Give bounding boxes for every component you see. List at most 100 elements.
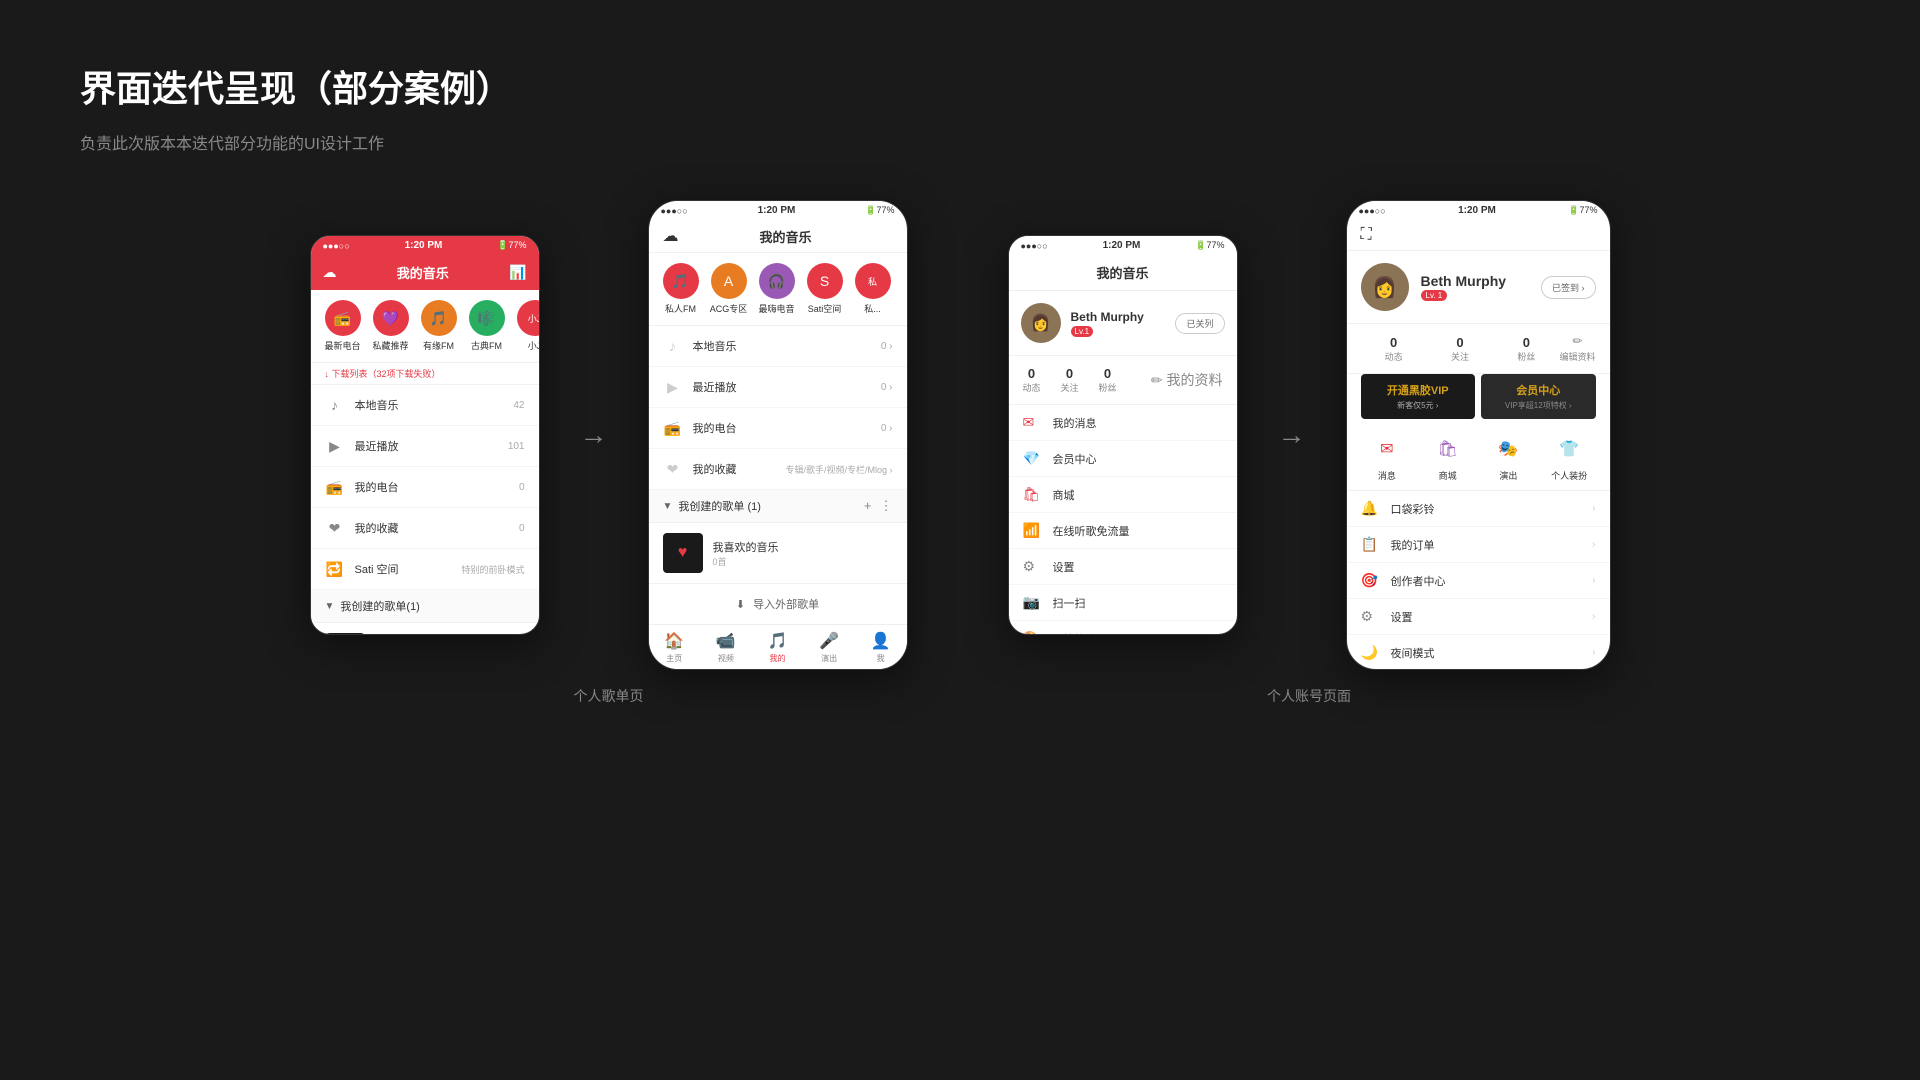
quick-show[interactable]: 🎭 演出 — [1482, 433, 1535, 482]
phone1-signal: ●●●○○ — [323, 241, 350, 251]
more-playlist-icon[interactable]: ⋮ — [880, 498, 893, 514]
phone3-menu-stream[interactable]: 📶 在线听歌免流量 — [1009, 513, 1237, 549]
phone1-time: 1:20 PM — [405, 240, 443, 251]
icon-circle-2: 💜 — [373, 300, 409, 336]
phone2-radio[interactable]: 📻 我的电台 0 › — [649, 408, 907, 449]
phone4-menu-ringtone[interactable]: 🔔 口袋彩铃 › — [1347, 491, 1610, 527]
icon-item-5[interactable]: 小J 小J — [515, 300, 539, 352]
quick-messages[interactable]: ✉ 消息 — [1361, 433, 1414, 482]
phone4-vip-open[interactable]: 开通黑胶VIP 新客仅5元 › — [1361, 374, 1476, 419]
icon-item-3[interactable]: 🎵 有缘FM — [419, 300, 459, 352]
phone4-quick-icons: ✉ 消息 🛍 商城 🎭 演出 👕 个人装扮 — [1347, 427, 1610, 491]
left-label: 个人歌单页 — [574, 686, 644, 706]
phone2-time: 1:20 PM — [758, 205, 796, 216]
phone3-stat-dynamic: 0动态 — [1023, 366, 1041, 394]
phone3-menu-vip[interactable]: 💎 会员中心 — [1009, 441, 1237, 477]
arrow-2: → — [1278, 419, 1306, 451]
phone1-battery: 🔋77% — [497, 240, 526, 251]
phone1-recent[interactable]: ▶ 最近播放 101 — [311, 426, 539, 467]
right-label: 个人账号页面 — [1267, 686, 1351, 706]
phone2-section: ▼ 我创建的歌单 (1) + ⋮ — [649, 490, 907, 523]
phone2-collection[interactable]: ❤ 我的收藏 专辑/歌手/视频/专栏/Mlog › — [649, 449, 907, 490]
phone2-recent[interactable]: ▶ 最近播放 0 › — [649, 367, 907, 408]
p2-icon-1: 🎵 — [663, 263, 699, 299]
icon-circle-5: 小J — [517, 300, 539, 336]
phone4-edit[interactable]: ✏ 编辑资料 — [1559, 334, 1595, 363]
quick-outfit[interactable]: 👕 个人装扮 — [1543, 433, 1596, 482]
phone4-menu-night[interactable]: 🌙 夜间模式 › — [1347, 635, 1610, 670]
phone2-import[interactable]: ⬇ 导入外部歌单 — [649, 583, 907, 624]
expand-icon[interactable]: ⛶ — [1361, 226, 1372, 244]
p2-icon-3: 🎧 — [759, 263, 795, 299]
icon-item-1[interactable]: 📻 最新电台 — [323, 300, 363, 352]
quick-messages-icon: ✉ — [1371, 433, 1403, 465]
arrow-1: → — [580, 419, 608, 451]
phone4-vip-row: 开通黑胶VIP 新客仅5元 › 会员中心 VIP享超12项特权 › — [1347, 374, 1610, 427]
phone3-follow-btn[interactable]: 已关列 — [1175, 313, 1224, 334]
phone3-menu-messages[interactable]: ✉ 我的消息 — [1009, 405, 1237, 441]
phone2-title: 我的音乐 — [679, 227, 893, 246]
quick-outfit-icon: 👕 — [1553, 433, 1585, 465]
phone2-playlist[interactable]: ♥ 我喜欢的音乐 0首 — [649, 523, 907, 583]
icon-circle-4: 🎼 — [469, 300, 505, 336]
phone4-status-bar: ●●●○○ 1:20 PM 🔋77% — [1347, 201, 1610, 220]
phone3-menu-settings[interactable]: ⚙ 设置 — [1009, 549, 1237, 585]
icon-circle-3: 🎵 — [421, 300, 457, 336]
p2-icon-2: A — [711, 263, 747, 299]
quick-shop[interactable]: 🛍 商城 — [1421, 433, 1474, 482]
phone2-header: ☁ 我的音乐 — [649, 220, 907, 253]
icon-item-4[interactable]: 🎼 古典FM — [467, 300, 507, 352]
phone1-sati[interactable]: 🔁 Sati 空间 特别的前卧模式 — [311, 549, 539, 590]
phone2-local[interactable]: ♪ 本地音乐 0 › — [649, 326, 907, 367]
icon-label-3: 有缘FM — [423, 339, 454, 352]
page-title: 界面迭代呈现（部分案例） — [80, 60, 512, 112]
phone3-time: 1:20 PM — [1103, 240, 1141, 251]
phone2-container: ●●●○○ 1:20 PM 🔋77% ☁ 我的音乐 🎵 私人FM — [648, 200, 908, 670]
quick-shop-icon: 🛍 — [1432, 433, 1464, 465]
phone1-local-music[interactable]: ♪ 本地音乐 42 — [311, 385, 539, 426]
p2-icon-5: 私 — [855, 263, 891, 299]
phone4-vip-center[interactable]: 会员中心 VIP享超12项特权 › — [1481, 374, 1596, 419]
phone1-section: ▼ 我创建的歌单(1) — [311, 590, 539, 623]
phone2: ●●●○○ 1:20 PM 🔋77% ☁ 我的音乐 🎵 私人FM — [648, 200, 908, 670]
phone3: ●●●○○ 1:20 PM 🔋77% 我的音乐 👩 Beth Murphy Lv… — [1008, 235, 1238, 635]
phone3-header: 我的音乐 — [1009, 255, 1237, 291]
phone3-stats: 0动态 0关注 0粉丝 ✏ 我的资料 — [1009, 356, 1237, 405]
phone1-download: ↓ 下载列表（32项下载失败） — [311, 363, 539, 385]
phone3-title: 我的音乐 — [1096, 263, 1148, 282]
phone4-menu-settings[interactable]: ⚙ 设置 › — [1347, 599, 1610, 635]
phone1: ●●●○○ 1:20 PM 🔋77% ☁ 我的音乐 📊 📻 — [310, 235, 540, 635]
phone4-container: ●●●○○ 1:20 PM 🔋77% ⛶ 👩 Beth Murphy Lv. 1 — [1346, 200, 1611, 670]
phone3-menu-shop[interactable]: 🛍 商城 — [1009, 477, 1237, 513]
icon-item-2[interactable]: 💜 私藏推荐 — [371, 300, 411, 352]
phone4-menu-creator[interactable]: 🎯 创作者中心 › — [1347, 563, 1610, 599]
add-playlist-icon[interactable]: + — [864, 498, 872, 514]
phone1-collection[interactable]: ❤ 我的收藏 0 — [311, 508, 539, 549]
phone4-expand-header: ⛶ — [1347, 220, 1610, 251]
phone2-battery: 🔋77% — [865, 205, 894, 216]
quick-show-icon: 🎭 — [1492, 433, 1524, 465]
phone3-badge: Lv.1 — [1071, 326, 1094, 337]
phone3-avatar: 👩 — [1021, 303, 1061, 343]
phone4-avatar: 👩 — [1361, 263, 1409, 311]
page-subtitle: 负责此次版本本迭代部分功能的UI设计工作 — [80, 130, 384, 154]
phone3-menu-skin[interactable]: 🎨 个性换肤 — [1009, 621, 1237, 635]
phone4-badge: Lv. 1 — [1421, 290, 1448, 301]
phone1-radio[interactable]: 📻 我的电台 0 — [311, 467, 539, 508]
phone1-playlist[interactable]: ♥ 我喜欢的音乐 ♡99首·已下载26首 ♡动模式 — [311, 623, 539, 635]
phone1-header: ☁ 我的音乐 📊 — [311, 255, 539, 290]
icon-label-2: 私藏推荐 — [372, 339, 408, 352]
phone4-signed-btn[interactable]: 已签到 › — [1541, 276, 1596, 299]
phone3-menu-scan[interactable]: 📷 扫一扫 — [1009, 585, 1237, 621]
phone2-signal: ●●●○○ — [661, 206, 688, 216]
p2-icon-4: S — [807, 263, 843, 299]
phone1-title: 我的音乐 — [337, 263, 510, 282]
phone1-status-bar: ●●●○○ 1:20 PM 🔋77% — [311, 236, 539, 255]
phone4: ●●●○○ 1:20 PM 🔋77% ⛶ 👩 Beth Murphy Lv. 1 — [1346, 200, 1611, 670]
phone2-status-bar: ●●●○○ 1:20 PM 🔋77% — [649, 201, 907, 220]
phone4-menu-orders[interactable]: 📋 我的订单 › — [1347, 527, 1610, 563]
icon-circle-1: 📻 — [325, 300, 361, 336]
phone3-edit-icon[interactable]: ✏ 我的资料 — [1151, 370, 1223, 390]
phone4-time: 1:20 PM — [1458, 205, 1496, 216]
phone1-icons-row: 📻 最新电台 💜 私藏推荐 🎵 有缘FM 🎼 — [311, 290, 539, 363]
